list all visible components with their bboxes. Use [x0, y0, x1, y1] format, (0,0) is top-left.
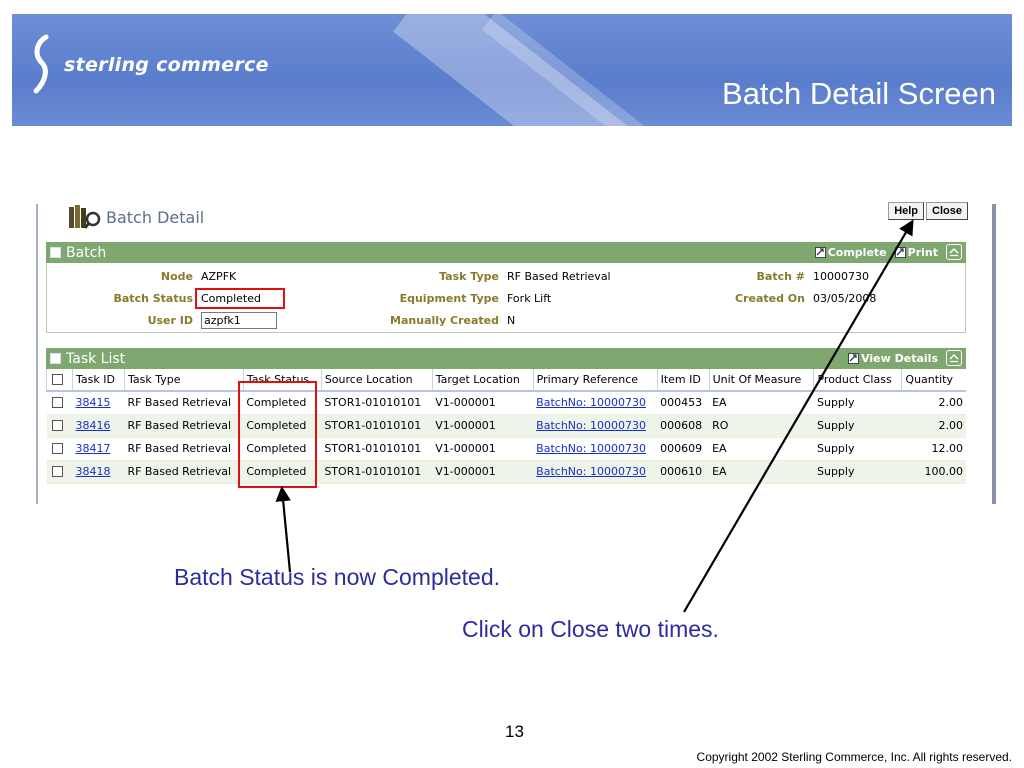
page-number: 13 — [505, 722, 524, 741]
note-click-close: Click on Close two times. — [462, 616, 719, 642]
copyright-text: Copyright 2002 Sterling Commerce, Inc. A… — [696, 750, 1012, 764]
arrow-to-task-status — [275, 485, 292, 573]
annotation-arrows — [275, 219, 914, 613]
arrow-to-close-button — [683, 219, 914, 613]
note-batch-status: Batch Status is now Completed. — [174, 564, 500, 590]
